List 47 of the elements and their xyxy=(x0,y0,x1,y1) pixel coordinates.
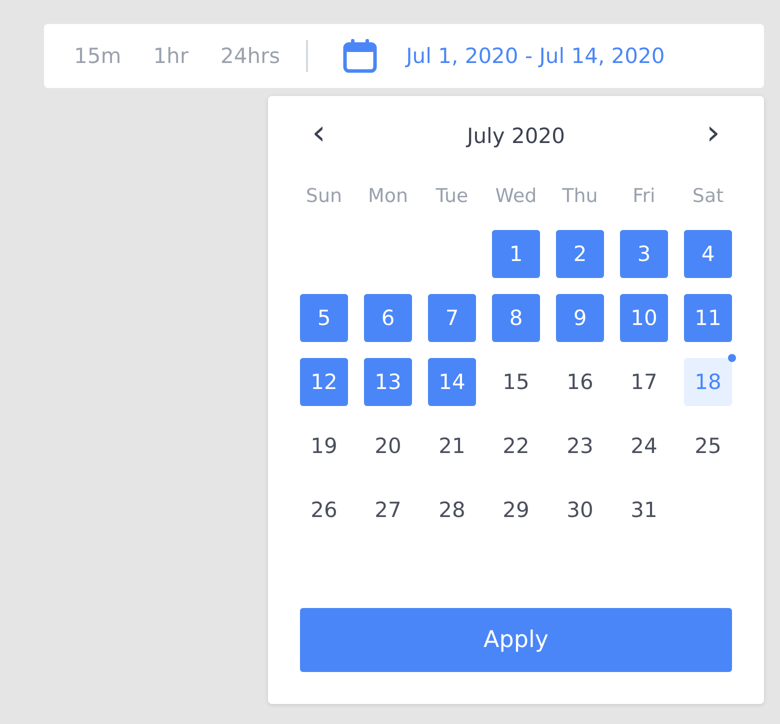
calendar-icon[interactable] xyxy=(342,38,378,74)
calendar-day[interactable]: 1 xyxy=(492,230,540,278)
today-dot xyxy=(728,354,736,362)
apply-button[interactable]: Apply xyxy=(300,608,732,672)
date-range[interactable]: Jul 1, 2020 - Jul 14, 2020 xyxy=(406,44,665,68)
calendar-day[interactable]: 16 xyxy=(556,358,604,406)
weekday-label: Wed xyxy=(494,184,538,209)
calendar-day[interactable]: 12 xyxy=(300,358,348,406)
weekday-label: Mon xyxy=(366,184,410,209)
calendar-day[interactable]: 25 xyxy=(684,422,732,470)
calendar-day[interactable]: 28 xyxy=(428,486,476,534)
range-option[interactable]: 15m xyxy=(66,44,130,68)
calendar-day[interactable]: 30 xyxy=(556,486,604,534)
calendar-day[interactable]: 31 xyxy=(620,486,668,534)
calendar-day[interactable]: 9 xyxy=(556,294,604,342)
calendar-day[interactable]: 26 xyxy=(300,486,348,534)
calendar-day[interactable]: 20 xyxy=(364,422,412,470)
previous-month-button[interactable]: ‹ xyxy=(304,116,334,156)
range-option[interactable]: 1hr xyxy=(145,44,196,68)
calendar-day[interactable]: 27 xyxy=(364,486,412,534)
range-option[interactable]: 24hrs xyxy=(212,44,288,68)
calendar-day[interactable]: 15 xyxy=(492,358,540,406)
calendar-day[interactable]: 2 xyxy=(556,230,604,278)
calendar-day[interactable]: 7 xyxy=(428,294,476,342)
weekday-label: Thu xyxy=(561,184,599,209)
calendar-day[interactable]: 5 xyxy=(300,294,348,342)
calendar-day[interactable]: 10 xyxy=(620,294,668,342)
weekday-label: Fri xyxy=(632,184,656,209)
calendar-day[interactable]: 23 xyxy=(556,422,604,470)
calendar-day[interactable]: 19 xyxy=(300,422,348,470)
calendar-day[interactable]: 6 xyxy=(364,294,412,342)
calendar-day[interactable]: 24 xyxy=(620,422,668,470)
calendar-day[interactable]: 8 xyxy=(492,294,540,342)
calendar-day[interactable]: 14 xyxy=(428,358,476,406)
weekday-label: Tue xyxy=(434,184,470,209)
month-title: July 2020 xyxy=(467,124,565,148)
calendar-day[interactable]: 22 xyxy=(492,422,540,470)
calendar-day[interactable]: 11 xyxy=(684,294,732,342)
calendar-day[interactable]: 3 xyxy=(620,230,668,278)
calendar-day[interactable]: 13 xyxy=(364,358,412,406)
calendar-day[interactable]: 29 xyxy=(492,486,540,534)
next-month-button[interactable]: › xyxy=(698,116,728,156)
weekday-label: Sat xyxy=(691,184,725,209)
calendar-day[interactable]: 4 xyxy=(684,230,732,278)
calendar-day[interactable]: 17 xyxy=(620,358,668,406)
calendar-day[interactable]: 21 xyxy=(428,422,476,470)
weekday-label: Sun xyxy=(304,184,344,209)
